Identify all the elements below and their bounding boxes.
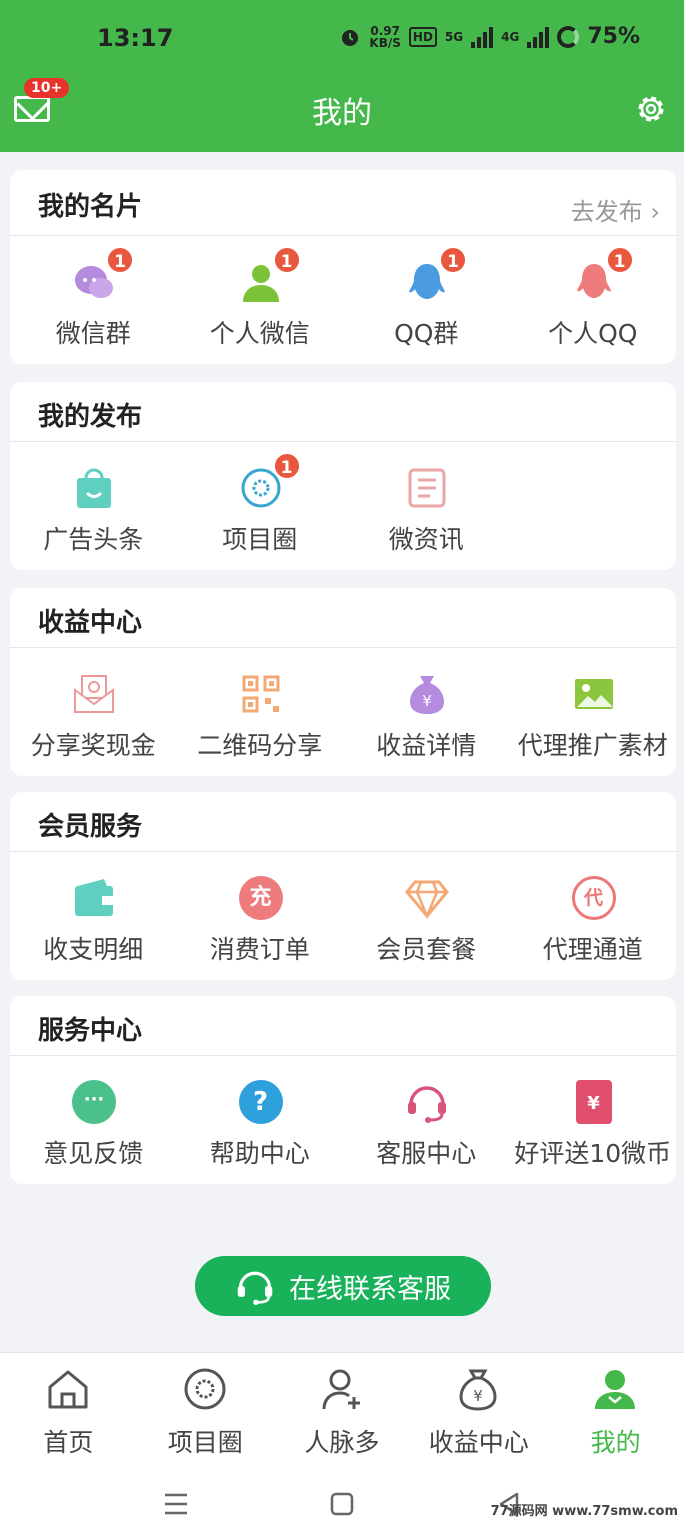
item-consume-order[interactable]: 充 消费订单 [177,852,344,980]
item-help-center[interactable]: ? 帮助中心 [177,1056,344,1184]
item-feedback[interactable]: ··· 意见反馈 [10,1056,177,1184]
card-my-publish: 我的发布 广告头条 1 项目圈 微资讯 [10,382,676,570]
battery-level: 75% [587,24,640,49]
page-title: 我的 [312,96,372,131]
top-bar: 13:17 0.97 KB/S HD 5G 4G 75% 10+ 我的 [0,0,684,152]
item-income-expense[interactable]: 收支明细 [10,852,177,980]
tab-project-circle[interactable]: 项目圈 [137,1353,274,1473]
shopping-bag-icon [77,468,111,508]
item-agent-channel[interactable]: 代 代理通道 [510,852,677,980]
money-bag-icon: ¥ [410,676,444,714]
item-income-detail[interactable]: ¥ 收益详情 [343,648,510,776]
item-personal-wechat[interactable]: 1 个人微信 [177,236,344,364]
menu-icon[interactable] [163,1492,189,1516]
item-personal-qq[interactable]: 1 个人QQ [510,236,677,364]
project-circle-icon [184,1368,226,1410]
badge: 1 [439,246,467,274]
item-project-circle[interactable]: 1 项目圈 [177,442,344,570]
item-ad-headline[interactable]: 广告头条 [10,442,177,570]
badge: 1 [272,452,301,480]
badge: 1 [605,246,634,274]
alarm-icon [342,29,359,46]
item-wechat-group[interactable]: 1 微信群 [10,236,177,364]
wallet-icon [75,879,113,916]
online-contact-button[interactable]: 在线联系客服 [195,1256,491,1316]
svg-text:¥: ¥ [474,1387,484,1405]
home-button-icon[interactable] [330,1492,354,1516]
money-bag-icon: ¥ [459,1369,497,1411]
tab-income-center[interactable]: ¥ 收益中心 [410,1353,547,1473]
diamond-icon [405,880,449,920]
person-icon [595,1370,636,1409]
card-title: 我的名片 [38,192,143,222]
item-agent-material[interactable]: 代理推广素材 [510,648,677,776]
item-share-cash[interactable]: 分享奖现金 [10,648,177,776]
card-service-center: 服务中心 ··· 意见反馈 ? 帮助中心 客服中心 ¥ 好评送10微币 [10,996,676,1184]
signal-icon [471,26,494,48]
svg-text:¥: ¥ [422,692,432,710]
card-income-center: 收益中心 分享奖现金 二维码分享 ¥ 收益详情 代理推广素材 [10,588,676,776]
chat-bubble-icon: ··· [72,1080,116,1124]
gear-icon[interactable] [634,92,668,126]
envelope-cash-icon [74,675,114,713]
badge: 1 [272,246,301,274]
bottom-tab-bar: 首页 项目圈 人脉多 ¥ 收益中心 我的 [0,1352,684,1472]
tab-network[interactable]: 人脉多 [274,1353,411,1473]
card-member-service: 会员服务 收支明细 充 消费订单 会员套餐 代 代理通道 [10,792,676,980]
watermark: 77源码网 www.77smw.com [490,1504,678,1519]
item-review-reward[interactable]: ¥ 好评送10微币 [510,1056,677,1184]
item-qq-group[interactable]: 1 QQ群 [343,236,510,364]
tab-home[interactable]: 首页 [0,1353,137,1473]
help-icon: ? [238,1080,283,1124]
status-bar: 13:17 0.97 KB/S HD 5G 4G 75% [0,0,684,78]
tab-mine[interactable]: 我的 [547,1353,684,1473]
hd-icon: HD [408,26,437,47]
signal-4g-label: 4G [501,29,520,44]
agent-icon: 代 [571,876,616,920]
card-business-card: 我的名片 去发布 › 1 微信群 1 个人微信 1 QQ群 1 个人QQ [10,170,676,364]
item-customer-service[interactable]: 客服中心 [343,1056,510,1184]
signal-5g-label: 5G [444,29,464,44]
status-icons: 0.97 KB/S HD 5G 4G 75% [339,24,640,49]
card-title: 收益中心 [38,608,143,638]
badge: 1 [106,246,134,274]
net-speed: 0.97 KB/S [369,23,401,50]
item-member-package[interactable]: 会员套餐 [343,852,510,980]
card-title: 服务中心 [38,1016,143,1046]
item-qr-share[interactable]: 二维码分享 [177,648,344,776]
headset-icon [408,1086,446,1123]
add-user-icon [322,1369,360,1410]
red-packet-icon: ¥ [575,1080,612,1124]
status-time: 13:17 [97,24,174,52]
publish-link[interactable]: 去发布 › [571,192,660,227]
headset-icon [237,1271,273,1306]
card-title: 我的发布 [38,402,143,432]
contact-button-label: 在线联系客服 [289,1273,451,1305]
signal-icon-2 [527,26,550,48]
image-icon [574,679,613,709]
card-title: 会员服务 [38,812,143,842]
item-micro-news[interactable]: 微资讯 [343,442,510,570]
qr-code-icon [242,675,279,713]
document-icon [408,468,446,508]
battery-icon [557,25,580,48]
home-icon [48,1370,88,1409]
recharge-icon: 充 [238,876,283,920]
